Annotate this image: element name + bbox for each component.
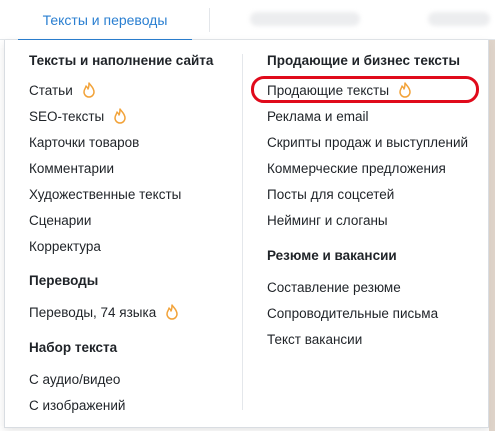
section-title-texts: Тексты и наполнение сайта: [29, 53, 214, 68]
menu-item-label: С аудио/видео: [29, 371, 121, 387]
menu-item-label: Карточки товаров: [29, 134, 140, 150]
menu-item-seo-texts[interactable]: SEO-тексты: [29, 107, 127, 125]
menu-item-resume-writing[interactable]: Составление резюме: [267, 278, 401, 296]
menu-item-social-posts[interactable]: Посты для соцсетей: [267, 185, 394, 203]
fire-icon: [82, 82, 96, 98]
top-navigation: Тексты и переводы: [0, 0, 495, 41]
menu-item-ads-email[interactable]: Реклама и email: [267, 107, 368, 125]
dropdown-menu: Тексты и наполнение сайта Статьи SEO-тек…: [4, 40, 489, 428]
section-title-typing: Набор текста: [29, 340, 118, 355]
menu-item-label: С изображений: [29, 397, 126, 413]
menu-item-proofreading[interactable]: Корректура: [29, 237, 101, 255]
menu-item-label: Комментарии: [29, 160, 115, 176]
menu-item-scripts[interactable]: Сценарии: [29, 211, 91, 229]
menu-item-label: Нейминг и слоганы: [267, 212, 388, 228]
menu-item-translations[interactable]: Переводы, 74 языка: [29, 303, 179, 321]
menu-item-articles[interactable]: Статьи: [29, 81, 96, 99]
menu-item-product-cards[interactable]: Карточки товаров: [29, 133, 139, 151]
menu-item-label: SEO-тексты: [29, 108, 105, 124]
tab-divider: [209, 8, 210, 32]
menu-item-label: Корректура: [29, 238, 101, 254]
section-title-business: Продающие и бизнес тексты: [267, 53, 461, 68]
menu-item-from-audio-video[interactable]: С аудио/видео: [29, 370, 120, 388]
menu-item-from-images[interactable]: С изображений: [29, 396, 125, 414]
column-divider: [242, 54, 243, 410]
tab-label: Тексты и переводы: [42, 12, 168, 28]
menu-item-label: Коммерческие предложения: [267, 160, 446, 176]
section-title-resume: Резюме и вакансии: [267, 248, 397, 263]
menu-item-selling-texts[interactable]: Продающие тексты: [267, 81, 412, 99]
tab-texts-and-translations[interactable]: Тексты и переводы: [18, 0, 192, 41]
menu-item-fiction[interactable]: Художественные тексты: [29, 185, 181, 203]
fire-icon: [398, 82, 412, 98]
menu-item-sales-scripts[interactable]: Скрипты продаж и выступлений: [267, 133, 468, 151]
menu-item-cover-letters[interactable]: Сопроводительные письма: [267, 304, 438, 322]
menu-item-label: Продающие тексты: [267, 82, 390, 98]
menu-item-label: Статьи: [29, 82, 73, 98]
menu-item-label: Текст вакансии: [267, 331, 363, 347]
menu-item-naming-slogans[interactable]: Нейминг и слоганы: [267, 211, 388, 229]
menu-item-label: Составление резюме: [267, 279, 401, 295]
menu-item-label: Сценарии: [29, 212, 92, 228]
menu-item-label: Реклама и email: [267, 108, 369, 124]
menu-item-commercial-offers[interactable]: Коммерческие предложения: [267, 159, 446, 177]
blurred-tab[interactable]: [250, 12, 360, 26]
menu-item-label: Переводы, 74 языка: [29, 304, 157, 320]
menu-item-label: Посты для соцсетей: [267, 186, 395, 202]
menu-item-label: Сопроводительные письма: [267, 305, 439, 321]
menu-item-job-posting[interactable]: Текст вакансии: [267, 330, 362, 348]
page-edge-strip: [489, 40, 495, 431]
menu-item-label: Скрипты продаж и выступлений: [267, 134, 469, 150]
blurred-tab[interactable]: [428, 12, 490, 26]
fire-icon: [165, 304, 179, 320]
fire-icon: [113, 108, 127, 124]
menu-item-comments[interactable]: Комментарии: [29, 159, 114, 177]
menu-item-label: Художественные тексты: [29, 186, 182, 202]
section-title-translations: Переводы: [29, 273, 99, 288]
